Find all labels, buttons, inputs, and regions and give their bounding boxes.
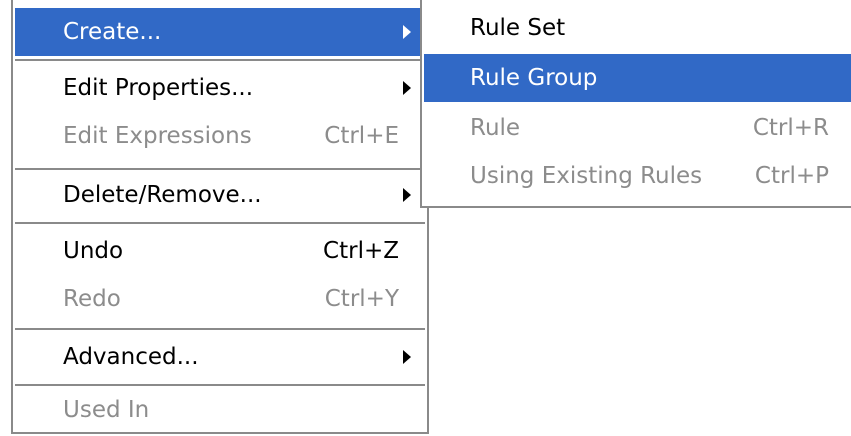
create-submenu: Rule Set Rule Group Rule Ctrl+R Using Ex… xyxy=(420,0,851,208)
menu-item-label: Advanced... xyxy=(63,344,199,370)
menu-separator xyxy=(15,168,425,170)
submenu-item-shortcut: Ctrl+P xyxy=(754,163,829,189)
submenu-arrow-icon xyxy=(403,350,411,364)
submenu-item-rule[interactable]: Rule Ctrl+R xyxy=(424,104,851,152)
submenu-item-shortcut: Ctrl+R xyxy=(752,115,829,141)
menu-item-undo[interactable]: Undo Ctrl+Z xyxy=(15,227,425,275)
menu-item-delete-remove[interactable]: Delete/Remove... xyxy=(15,171,425,219)
submenu-arrow-icon xyxy=(403,25,411,39)
menu-item-edit-expressions[interactable]: Edit Expressions Ctrl+E xyxy=(15,112,425,160)
menu-item-edit-properties[interactable]: Edit Properties... xyxy=(15,64,425,112)
menu-item-used-in[interactable]: Used In xyxy=(15,386,425,434)
menu-item-label: Create... xyxy=(63,19,162,45)
screenshot-stage: Create... Edit Properties... Edit Expres… xyxy=(0,0,851,436)
menu-separator xyxy=(15,59,425,61)
menu-item-label: Edit Properties... xyxy=(63,75,254,101)
menu-item-label: Redo xyxy=(63,286,121,312)
submenu-item-rule-set[interactable]: Rule Set xyxy=(424,4,851,52)
menu-item-advanced[interactable]: Advanced... xyxy=(15,333,425,381)
menu-item-create[interactable]: Create... xyxy=(15,8,425,56)
menu-item-label: Delete/Remove... xyxy=(63,182,262,208)
submenu-item-using-existing-rules[interactable]: Using Existing Rules Ctrl+P xyxy=(424,152,851,200)
menu-separator xyxy=(15,328,425,330)
submenu-arrow-icon xyxy=(403,81,411,95)
submenu-item-label: Rule Set xyxy=(470,15,566,41)
submenu-item-rule-group[interactable]: Rule Group xyxy=(424,54,851,102)
context-menu: Create... Edit Properties... Edit Expres… xyxy=(11,0,429,434)
menu-item-shortcut: Ctrl+Z xyxy=(323,238,399,264)
menu-item-shortcut: Ctrl+Y xyxy=(324,286,399,312)
menu-item-label: Undo xyxy=(63,238,124,264)
menu-item-shortcut: Ctrl+E xyxy=(324,123,399,149)
menu-item-label: Edit Expressions xyxy=(63,123,252,149)
menu-separator xyxy=(15,222,425,224)
menu-item-label: Used In xyxy=(63,397,150,423)
submenu-arrow-icon xyxy=(403,188,411,202)
submenu-item-label: Rule xyxy=(470,115,521,141)
submenu-item-label: Rule Group xyxy=(470,65,598,91)
submenu-item-label: Using Existing Rules xyxy=(470,163,703,189)
menu-item-redo[interactable]: Redo Ctrl+Y xyxy=(15,275,425,323)
